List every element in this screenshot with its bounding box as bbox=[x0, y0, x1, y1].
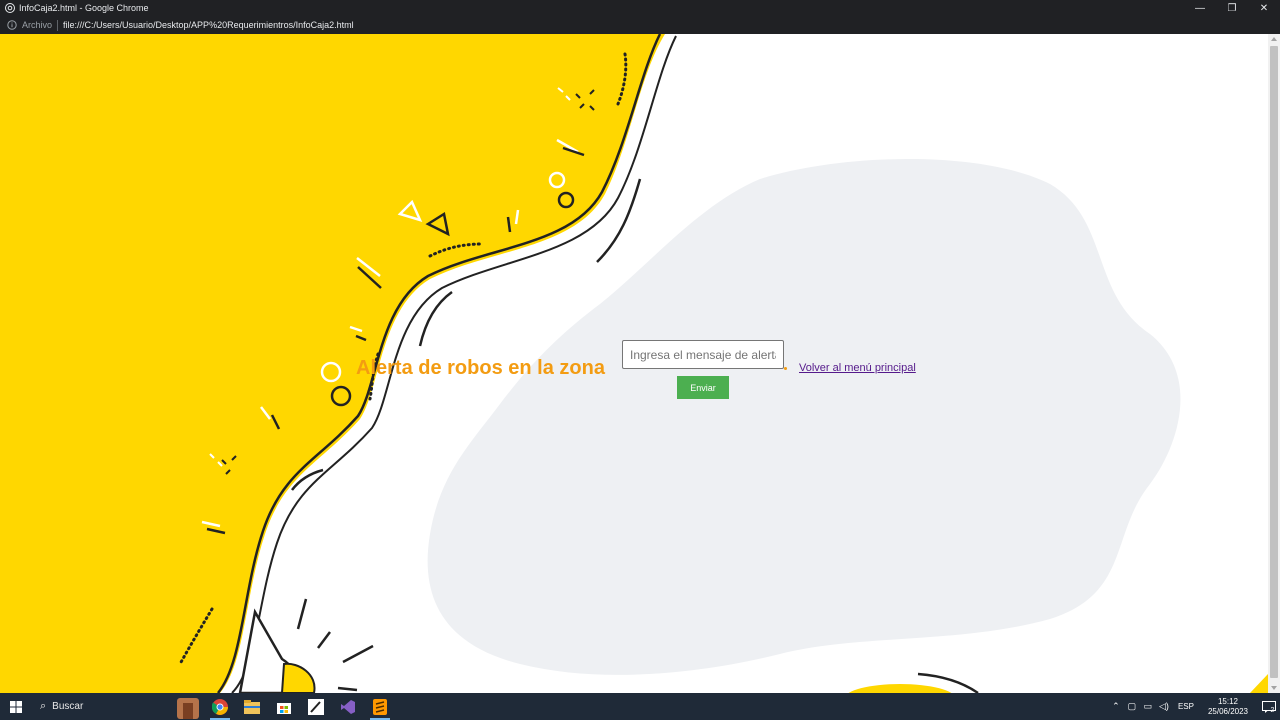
notification-count: 2 bbox=[1270, 707, 1275, 714]
deco-dash bbox=[317, 631, 331, 649]
minimize-button[interactable]: — bbox=[1184, 0, 1216, 16]
windows-icon bbox=[10, 700, 22, 713]
megaphone-bell bbox=[280, 662, 316, 693]
restore-button[interactable]: ❐ bbox=[1216, 0, 1248, 16]
back-to-menu-link[interactable]: Volver al menú principal bbox=[799, 362, 916, 374]
close-button[interactable]: ✕ bbox=[1248, 0, 1280, 16]
scroll-up-icon[interactable] bbox=[1271, 37, 1277, 41]
vertical-scrollbar[interactable] bbox=[1268, 34, 1280, 693]
alert-message-input[interactable] bbox=[622, 340, 784, 369]
window-title: InfoCaja2.html - Google Chrome bbox=[19, 3, 149, 13]
list-bullet bbox=[784, 367, 787, 370]
drawing-app-icon[interactable] bbox=[300, 693, 332, 720]
page-viewport: Alerta de robos en la zona Enviar Volver… bbox=[0, 34, 1268, 693]
deco-dash bbox=[296, 598, 308, 630]
network-icon[interactable]: ▭ bbox=[1140, 693, 1156, 720]
scrollbar-thumb[interactable] bbox=[1270, 46, 1278, 678]
address-divider bbox=[57, 19, 59, 31]
clock-time: 15:12 bbox=[1217, 696, 1238, 706]
address-bar[interactable]: Archivo file:///C:/Users/Usuario/Desktop… bbox=[0, 16, 1280, 34]
chrome-icon bbox=[5, 3, 15, 13]
send-button[interactable]: Enviar bbox=[677, 376, 729, 399]
petra-app-icon[interactable] bbox=[172, 693, 204, 720]
chevron-up-icon[interactable]: ⌃ bbox=[1108, 693, 1124, 720]
device-icon[interactable]: ▢ bbox=[1124, 693, 1140, 720]
deco-dash bbox=[337, 686, 358, 692]
file-explorer-icon[interactable] bbox=[236, 693, 268, 720]
clock[interactable]: 15:12 25/06/2023 bbox=[1208, 697, 1248, 717]
url-text[interactable]: file:///C:/Users/Usuario/Desktop/APP%20R… bbox=[63, 20, 354, 30]
volume-icon[interactable]: ◁) bbox=[1156, 693, 1172, 720]
notification-icon[interactable]: 2 bbox=[1256, 693, 1280, 720]
store-icon[interactable] bbox=[268, 693, 300, 720]
page-title: Alerta de robos en la zona bbox=[356, 357, 605, 379]
search-icon: ⌕ bbox=[40, 700, 47, 712]
sublime-text-icon[interactable] bbox=[364, 693, 396, 720]
scroll-down-icon[interactable] bbox=[1271, 686, 1277, 690]
info-icon[interactable] bbox=[7, 20, 17, 30]
taskbar-search[interactable]: ⌕ Buscar bbox=[32, 693, 172, 720]
deco-stroke bbox=[418, 290, 453, 347]
language-indicator[interactable]: ESP bbox=[1178, 702, 1194, 711]
yellow-corner bbox=[1250, 674, 1268, 693]
deco-dash bbox=[342, 644, 374, 664]
url-scheme-label: Archivo bbox=[22, 20, 53, 30]
taskbar: ⌕ Buscar ⌃ ▢ ▭ ◁) ESP 15:12 25/06/2023 2 bbox=[0, 693, 1280, 720]
search-label: Buscar bbox=[52, 701, 84, 712]
start-button[interactable] bbox=[0, 693, 32, 720]
system-tray: ⌃ ▢ ▭ ◁) ESP 15:12 25/06/2023 2 bbox=[1108, 693, 1280, 720]
window-title-bar: InfoCaja2.html - Google Chrome — ❐ ✕ bbox=[0, 0, 1280, 16]
chrome-icon[interactable] bbox=[204, 693, 236, 720]
visual-studio-icon[interactable] bbox=[332, 693, 364, 720]
yellow-bottom-blob bbox=[848, 684, 952, 693]
clock-date: 25/06/2023 bbox=[1207, 706, 1248, 716]
